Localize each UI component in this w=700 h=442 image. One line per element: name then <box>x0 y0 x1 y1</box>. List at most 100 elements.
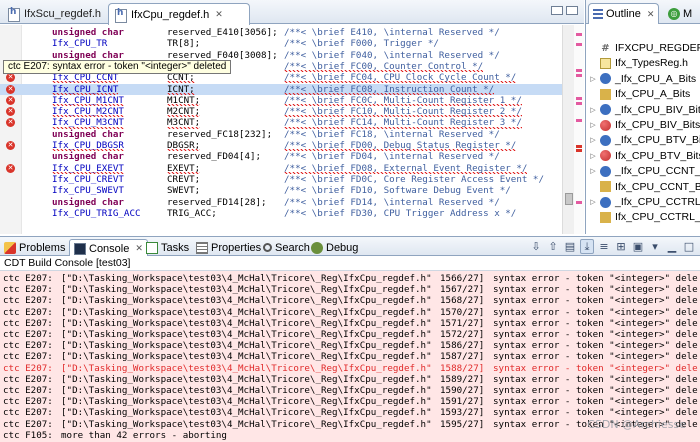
overview-marker[interactable] <box>576 74 582 77</box>
code-line[interactable]: Ifx_CPU_CREVT CREVT; /**< \brief FD0C, Cor… <box>0 174 562 185</box>
code-line[interactable]: Ifx_CPU_SWEVT SWEVT; /**< \brief FD10, Sof… <box>0 185 562 196</box>
scroll-up-icon[interactable]: ⇧ <box>546 239 560 254</box>
console-line[interactable]: ctc E207: ["D:\Tasking_Workspace\test03\4… <box>3 351 698 362</box>
code-line[interactable]: ✕ Ifx_CPU_M1CNT M1CNT; /**< \brief FC0C, Mu… <box>0 94 562 107</box>
console-line[interactable]: ctc E207: ["D:\Tasking_Workspace\test03\4… <box>3 396 698 407</box>
open-console-icon[interactable]: ▾ <box>648 239 662 254</box>
tab-properties[interactable]: Properties <box>196 239 261 256</box>
maximize-button[interactable] <box>566 6 578 15</box>
code-line[interactable]: Ifx_CPU_TR TR[8]; /**< \brief F000, Trigge… <box>0 38 562 49</box>
expand-arrow-icon[interactable]: ▷ <box>588 75 598 83</box>
code-line[interactable]: Ifx_CPU_TRIG_ACC TRIG_ACC; /**< \brief FD3… <box>0 208 562 219</box>
editor-tab-label: IfxCpu_regdef.h <box>131 8 210 21</box>
scrollbar-thumb[interactable] <box>565 193 573 205</box>
overview-marker[interactable] <box>576 33 582 36</box>
outline-item[interactable]: ▷ Ifx_CPU_BTV_Bits <box>586 148 700 164</box>
tab-tasks[interactable]: Tasks <box>146 239 189 256</box>
overview-marker[interactable] <box>576 69 582 72</box>
expand-arrow-icon[interactable]: ▷ <box>588 106 598 114</box>
error-marker-icon[interactable]: ✕ <box>6 163 15 173</box>
scroll-down-icon[interactable]: ⇩ <box>529 239 543 254</box>
expand-arrow-icon[interactable]: ▷ <box>588 152 598 160</box>
outline-item[interactable]: ▷ _Ifx_CPU_CCNT_B <box>586 163 700 179</box>
outline-item[interactable]: ▷ _Ifx_CPU_A_Bits <box>586 71 700 87</box>
console-loc: 1593/27] <box>440 407 485 419</box>
code-line[interactable]: ✕ Ifx_CPU_ICNT ICNT; /**< \brief FC08, Inst… <box>0 83 562 95</box>
code-line[interactable]: ✕ Ifx_CPU_M3CNT M3CNT; /**< \brief FC14, Mu… <box>0 117 562 129</box>
display-console-icon[interactable]: ▣ <box>631 239 645 254</box>
outline-item[interactable]: ▷ _Ifx_CPU_BIV_Bits <box>586 102 700 118</box>
editor-vertical-scrollbar[interactable] <box>562 25 574 234</box>
console-line[interactable]: ctc E207: ["D:\Tasking_Workspace\test03\4… <box>3 340 698 351</box>
outline-item[interactable]: ▷ _Ifx_CPU_CCTRL_ <box>586 194 700 210</box>
outline-item[interactable]: Ifx_CPU_CCTRL_Bi <box>586 209 700 225</box>
error-marker-icon[interactable]: ✕ <box>6 141 15 150</box>
error-marker-icon[interactable]: ✕ <box>6 84 15 94</box>
code-line[interactable]: unsigned char reserved_FD04[4]; /**< \brie… <box>0 151 562 162</box>
overview-marker[interactable] <box>576 97 582 100</box>
minimize-icon[interactable]: ▁ <box>665 239 679 254</box>
code-editor[interactable]: unsigned char reserved_E410[3056]; /**< \b… <box>0 25 584 234</box>
code-line[interactable]: ✕ Ifx_CPU_DBGSR DBGSR; /**< \brief FD00, De… <box>0 140 562 152</box>
outline-item[interactable]: Ifx_TypesReg.h <box>586 55 700 71</box>
outline-item[interactable]: ▷ _Ifx_CPU_BTV_Bits <box>586 132 700 148</box>
console-line[interactable]: ctc E207: ["D:\Tasking_Workspace\test03\4… <box>3 385 698 396</box>
code-line[interactable]: ✕ Ifx_CPU_M2CNT M2CNT; /**< \brief FC10, Mu… <box>0 106 562 118</box>
editor-tab-ifxscu-regdef[interactable]: IfxScu_regdef.h <box>2 3 108 24</box>
error-marker-icon[interactable]: ✕ <box>6 107 15 117</box>
overview-error-marker[interactable] <box>576 149 582 152</box>
tab-make-targets[interactable]: ◎ M <box>668 3 692 24</box>
console-output[interactable]: ctc E207: ["D:\Tasking_Workspace\test03\4… <box>0 271 700 442</box>
overview-ruler[interactable] <box>574 25 584 234</box>
tab-search[interactable]: Search <box>263 239 310 256</box>
code-line[interactable]: unsigned char reserved_E410[3056]; /**< \b… <box>0 27 562 38</box>
error-marker-icon[interactable]: ✕ <box>6 73 15 83</box>
outline-item-label: Ifx_CPU_A_Bits <box>615 88 691 101</box>
close-icon[interactable]: ✕ <box>135 243 143 254</box>
word-wrap-icon[interactable]: ≡ <box>597 239 611 254</box>
outline-item[interactable]: ▷ Ifx_CPU_BIV_Bits <box>586 117 700 133</box>
overview-marker[interactable] <box>576 201 582 204</box>
console-line[interactable]: ctc E207: ["D:\Tasking_Workspace\test03\4… <box>3 329 698 340</box>
error-marker-icon[interactable]: ✕ <box>6 95 15 105</box>
code-line[interactable]: ✕ Ifx_CPU_EXEVT EXEVT; /**< \brief FD08, Ex… <box>0 162 562 174</box>
editor-tab-ifxcpu-regdef[interactable]: IfxCpu_regdef.h ✕ <box>108 3 250 25</box>
overview-marker[interactable] <box>576 102 582 105</box>
console-line[interactable]: ctc E207: ["D:\Tasking_Workspace\test03\4… <box>3 407 698 418</box>
code-comment: /**< \brief FD0C, Core Register Access E… <box>284 173 544 185</box>
clear-console-icon[interactable]: ▤ <box>563 239 577 254</box>
tab-console[interactable]: Console ✕ <box>69 239 148 257</box>
console-line[interactable]: ctc F105: more than 42 errors - aborting <box>3 430 698 441</box>
code-type-name: Ifx_CPU_CREVT <box>52 173 124 185</box>
scroll-lock-icon[interactable]: ⤓ <box>580 239 594 254</box>
tab-debug[interactable]: Debug <box>311 239 358 256</box>
outline-item[interactable]: Ifx_CPU_A_Bits <box>586 86 700 102</box>
expand-arrow-icon[interactable]: ▷ <box>588 167 598 175</box>
tab-outline[interactable]: Outline ✕ <box>588 3 660 24</box>
error-marker-icon[interactable]: ✕ <box>6 118 15 128</box>
code-line[interactable]: unsigned char reserved_FD14[28]; /**< \bri… <box>0 197 562 208</box>
code-comment: /**< \brief FD04, \internal Reserved */ <box>284 151 500 163</box>
code-line[interactable]: unsigned char reserved_FC18[232]; /**< \br… <box>0 129 562 140</box>
tab-problems[interactable]: Problems <box>4 239 65 256</box>
expand-arrow-icon[interactable]: ▷ <box>588 121 598 129</box>
console-line[interactable]: ctc E207: ["D:\Tasking_Workspace\test03\4… <box>3 295 698 306</box>
maximize-icon[interactable]: □ <box>682 239 696 254</box>
outline-item[interactable]: # IFXCPU_REGDEF <box>586 40 700 56</box>
overview-marker[interactable] <box>576 43 582 46</box>
console-line[interactable]: ctc E207: ["D:\Tasking_Workspace\test03\4… <box>3 307 698 318</box>
console-line[interactable]: ctc E207: ["D:\Tasking_Workspace\test03\4… <box>3 363 698 374</box>
console-line[interactable]: ctc E207: ["D:\Tasking_Workspace\test03\4… <box>3 374 698 385</box>
expand-arrow-icon[interactable]: ▷ <box>588 198 598 206</box>
overview-marker[interactable] <box>576 119 582 122</box>
expand-arrow-icon[interactable]: ▷ <box>588 136 598 144</box>
minimize-button[interactable] <box>551 6 563 15</box>
console-line[interactable]: ctc E207: ["D:\Tasking_Workspace\test03\4… <box>3 273 698 284</box>
console-line[interactable]: ctc E207: ["D:\Tasking_Workspace\test03\4… <box>3 318 698 329</box>
outline-item[interactable]: Ifx_CPU_CCNT_B <box>586 179 700 195</box>
overview-error-marker[interactable] <box>576 145 582 148</box>
pin-console-icon[interactable]: ⊞ <box>614 239 628 254</box>
close-icon[interactable]: ✕ <box>215 9 223 20</box>
close-icon[interactable]: ✕ <box>647 9 655 20</box>
console-line[interactable]: ctc E207: ["D:\Tasking_Workspace\test03\4… <box>3 284 698 295</box>
